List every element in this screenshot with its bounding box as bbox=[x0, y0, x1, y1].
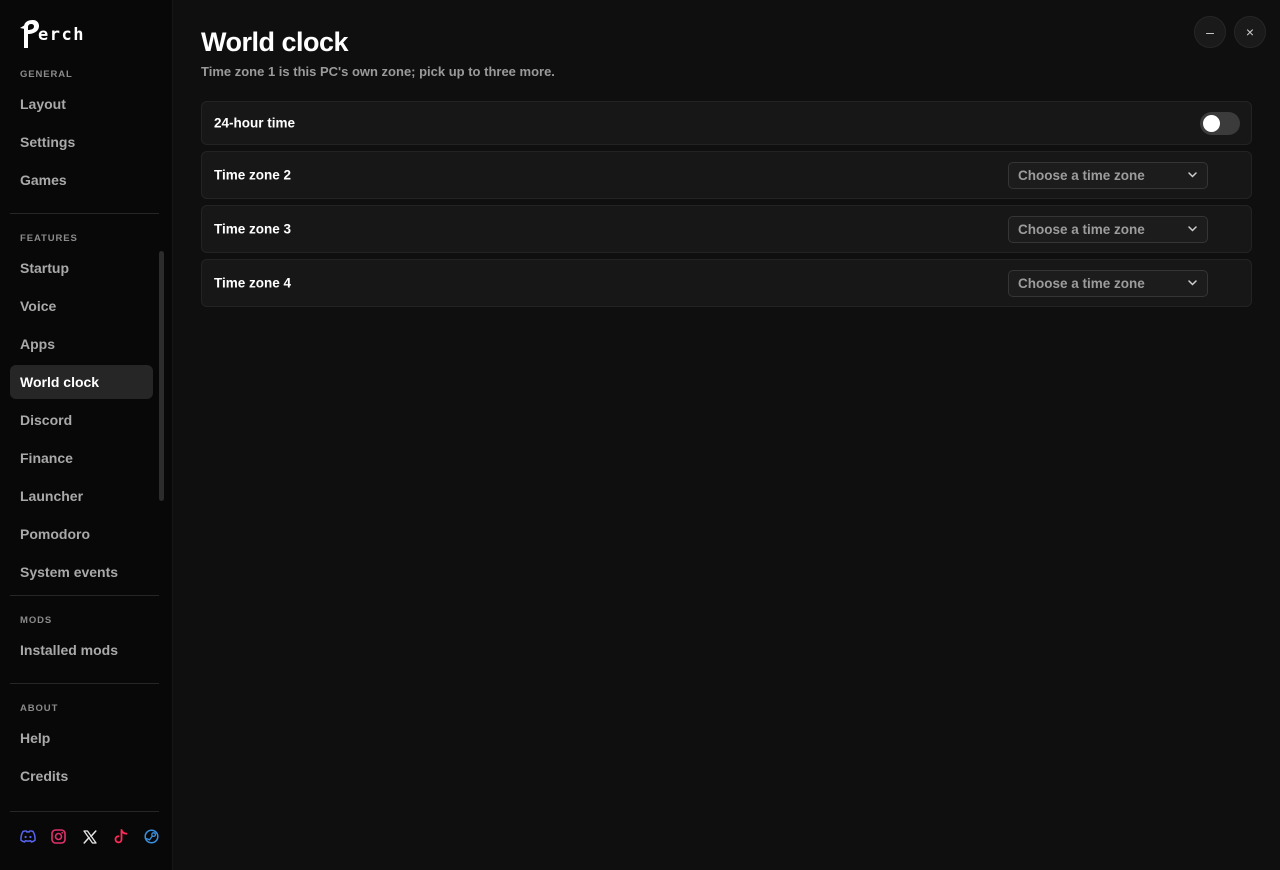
select-placeholder: Choose a time zone bbox=[1018, 222, 1145, 237]
sidebar-item-credits[interactable]: Credits bbox=[10, 759, 153, 793]
instagram-icon bbox=[51, 829, 66, 844]
select-placeholder: Choose a time zone bbox=[1018, 168, 1145, 183]
perch-logo-icon bbox=[20, 20, 39, 48]
time-zone-3-select[interactable]: Choose a time zone bbox=[1008, 216, 1208, 243]
discord-link[interactable] bbox=[17, 826, 38, 847]
sidebar-item-label: Layout bbox=[20, 96, 66, 112]
toggle-knob bbox=[1203, 115, 1220, 132]
sidebar-item-world-clock[interactable]: World clock bbox=[10, 365, 153, 399]
sidebar-item-label: Games bbox=[20, 172, 67, 188]
sidebar-item-label: Settings bbox=[20, 134, 76, 150]
sidebar-item-launcher[interactable]: Launcher bbox=[10, 479, 153, 513]
sidebar-item-installed-mods[interactable]: Installed mods bbox=[10, 633, 153, 667]
sidebar-divider bbox=[10, 683, 159, 684]
app-logo: erch bbox=[18, 18, 85, 50]
section-label-general: GENERAL bbox=[20, 69, 73, 80]
x-icon bbox=[82, 829, 97, 844]
sidebar-item-label: Startup bbox=[20, 260, 69, 276]
steam-icon bbox=[144, 829, 159, 844]
setting-label: 24-hour time bbox=[214, 115, 296, 131]
sidebar-item-label: Help bbox=[20, 730, 51, 746]
setting-label: Time zone 2 bbox=[214, 167, 292, 183]
instagram-link[interactable] bbox=[48, 826, 69, 847]
page-title: World clock bbox=[201, 27, 349, 57]
sidebar-item-label: Launcher bbox=[20, 488, 84, 504]
logo-text: erch bbox=[38, 25, 85, 45]
setting-row-time-zone-4: Time zone 4 Choose a time zone bbox=[201, 259, 1252, 307]
time-zone-4-select[interactable]: Choose a time zone bbox=[1008, 270, 1208, 297]
sidebar-item-label: System events bbox=[20, 564, 119, 580]
sidebar-item-games[interactable]: Games bbox=[10, 163, 153, 197]
setting-row-time-zone-2: Time zone 2 Choose a time zone bbox=[201, 151, 1252, 199]
x-link[interactable] bbox=[79, 826, 100, 847]
setting-row-24-hour: 24-hour time bbox=[201, 101, 1252, 145]
24-hour-toggle[interactable] bbox=[1200, 112, 1240, 135]
sidebar-item-label: Installed mods bbox=[20, 642, 119, 658]
section-label-about: ABOUT bbox=[20, 703, 59, 714]
sidebar-item-discord[interactable]: Discord bbox=[10, 403, 153, 437]
discord-icon bbox=[19, 830, 36, 843]
section-label-features: FEATURES bbox=[20, 233, 78, 244]
minimize-button[interactable]: – bbox=[1194, 16, 1226, 48]
chevron-down-icon bbox=[1188, 172, 1197, 178]
section-label-mods: MODS bbox=[20, 615, 53, 626]
minimize-icon: – bbox=[1206, 24, 1214, 40]
sidebar-divider bbox=[10, 213, 159, 214]
sidebar-item-label: Credits bbox=[20, 768, 69, 784]
tiktok-link[interactable] bbox=[110, 826, 131, 847]
sidebar: erch GENERAL Layout Settings Games FEATU… bbox=[0, 0, 173, 870]
sidebar-divider bbox=[10, 595, 159, 596]
setting-label: Time zone 4 bbox=[214, 275, 292, 291]
setting-label: Time zone 3 bbox=[214, 221, 292, 237]
sidebar-item-label: Apps bbox=[20, 336, 55, 352]
social-links bbox=[17, 826, 162, 847]
chevron-down-icon bbox=[1188, 280, 1197, 286]
sidebar-item-system-events[interactable]: System events bbox=[10, 555, 153, 589]
sidebar-item-label: Pomodoro bbox=[20, 526, 90, 542]
sidebar-item-label: Discord bbox=[20, 412, 73, 428]
sidebar-item-label: Finance bbox=[20, 450, 73, 466]
sidebar-divider bbox=[10, 811, 159, 812]
sidebar-item-pomodoro[interactable]: Pomodoro bbox=[10, 517, 153, 551]
close-icon: × bbox=[1245, 24, 1255, 40]
sidebar-item-startup[interactable]: Startup bbox=[10, 251, 153, 285]
sidebar-scrollbar[interactable] bbox=[159, 251, 164, 501]
time-zone-2-select[interactable]: Choose a time zone bbox=[1008, 162, 1208, 189]
tiktok-icon bbox=[114, 829, 127, 844]
close-button[interactable]: × bbox=[1234, 16, 1266, 48]
steam-link[interactable] bbox=[141, 826, 162, 847]
select-placeholder: Choose a time zone bbox=[1018, 276, 1145, 291]
sidebar-item-layout[interactable]: Layout bbox=[10, 87, 153, 121]
sidebar-item-settings[interactable]: Settings bbox=[10, 125, 153, 159]
sidebar-item-help[interactable]: Help bbox=[10, 721, 153, 755]
page-subtitle: Time zone 1 is this PC's own zone; pick … bbox=[201, 64, 555, 79]
sidebar-item-label: Voice bbox=[20, 298, 57, 314]
sidebar-item-label: World clock bbox=[20, 374, 100, 390]
sidebar-item-finance[interactable]: Finance bbox=[10, 441, 153, 475]
setting-row-time-zone-3: Time zone 3 Choose a time zone bbox=[201, 205, 1252, 253]
chevron-down-icon bbox=[1188, 226, 1197, 232]
sidebar-item-voice[interactable]: Voice bbox=[10, 289, 153, 323]
sidebar-item-apps[interactable]: Apps bbox=[10, 327, 153, 361]
